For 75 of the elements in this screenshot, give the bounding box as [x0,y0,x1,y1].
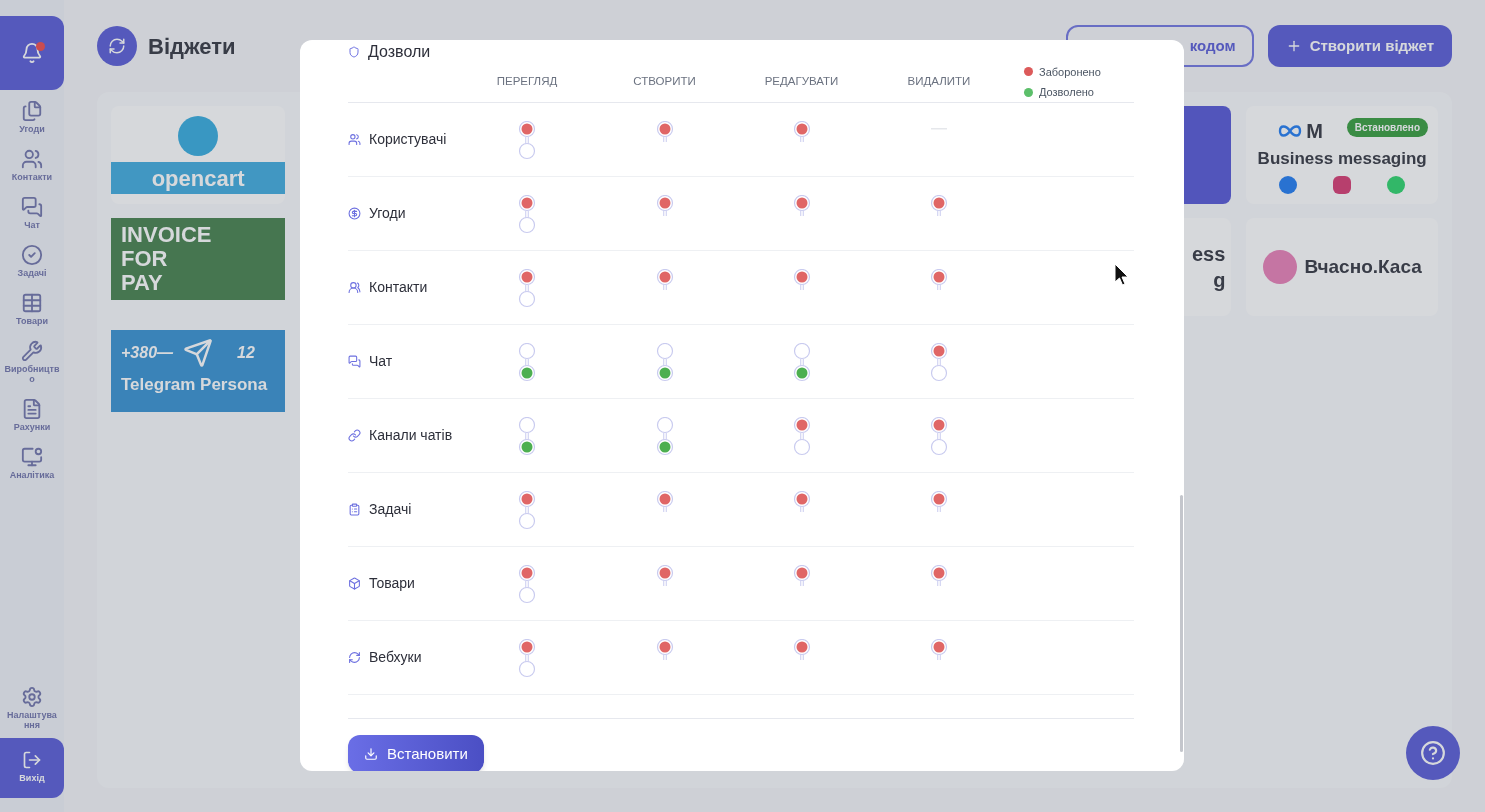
documents-icon [21,100,43,122]
permission-label: Вебхуки [369,648,422,667]
paper-plane-icon [183,338,214,368]
download-icon [364,747,378,761]
banner-text: INVOICE [121,223,213,247]
bell-icon [21,42,43,64]
widget-card[interactable]: Вчасно.Каса [1246,218,1438,316]
notifications-button[interactable] [0,16,64,90]
column-header: СТВОРИТИ [632,74,697,90]
sidebar-item[interactable]: Контакти [2,144,62,186]
notification-badge [36,42,45,51]
create-widget-button[interactable]: Створити віджет [1267,25,1452,67]
widget-name: Вчасно.Каса [1304,254,1422,279]
banner-text: PAY [121,271,164,295]
widget-name: Business messaging [1257,148,1427,171]
permission-label: Угоди [369,204,406,223]
help-icon [1420,740,1446,766]
banner-text: Telegram Persona [121,374,269,396]
widget-card[interactable]: M Встановлено Business messaging [1246,106,1438,204]
users-icon [21,148,43,170]
sidebar-item[interactable]: Виробництво [2,336,62,388]
opencart-banner: opencart [111,162,286,194]
sidebar-item[interactable]: Угоди [2,96,62,138]
widget-card[interactable]: opencart [111,106,286,204]
chat-icon [21,196,43,218]
sidebar-item[interactable]: Рахунки [2,394,62,436]
sidebar-item[interactable]: Аналітика [2,442,62,484]
banner-text: 12 [237,343,255,363]
meta-brand: M [1306,119,1323,145]
sidebar-item[interactable]: Товари [2,288,62,330]
legend-label: Заборонено [1039,64,1101,80]
permission-label: Чат [369,352,393,371]
widget-name: g [1213,268,1226,293]
users-icon [348,133,361,146]
refresh-icon [348,651,361,664]
tools-icon [21,340,43,362]
infinity-logo-icon [1277,124,1304,139]
permission-label: Товари [369,574,415,593]
sidebar-item[interactable]: Задачі [2,240,62,282]
link-icon [348,429,361,442]
cursor-icon [1114,263,1130,287]
settings-button[interactable]: Налаштування [2,686,62,730]
box-icon [348,577,361,590]
permission-label: Контакти [369,278,428,297]
legend-label: Дозволено [1039,85,1094,100]
table-icon [21,292,43,314]
permission-label: Користувачі [369,130,447,149]
dollar-icon [348,207,361,220]
install-button[interactable]: Встановити [348,735,484,771]
column-header: РЕДАГУВАТИ [763,74,840,90]
clipboard-icon [348,503,361,516]
check-circle-icon [21,244,43,266]
banner-text: FOR [121,247,169,271]
column-header: ПЕРЕГЛЯД [495,74,559,90]
logout-button[interactable]: Вихід [0,738,64,798]
sidebar-item[interactable]: Чат [2,192,62,234]
group-icon [348,281,361,294]
logout-icon [22,750,42,771]
file-icon [21,398,43,420]
telegram-banner[interactable]: +380— 12 Telegram Persona [111,330,286,412]
settings-icon [21,686,43,708]
widgets-logo-icon [97,26,137,66]
chat-icon [348,355,361,368]
column-header: ВИДАЛИТИ [906,74,972,90]
banner-text: +380— [121,343,174,363]
installed-badge: Встановлено [1346,118,1428,137]
invoice-banner[interactable]: INVOICE FOR PAY [111,218,286,300]
scrollbar[interactable] [1180,495,1183,752]
page-title: Віджети [148,32,236,61]
permission-label: Канали чатів [369,426,453,445]
permission-label: Задачі [369,500,412,519]
widget-name: ess [1191,242,1226,267]
shield-icon [348,46,360,58]
section-title: Дозволи [368,42,431,62]
monitor-icon [21,446,43,468]
